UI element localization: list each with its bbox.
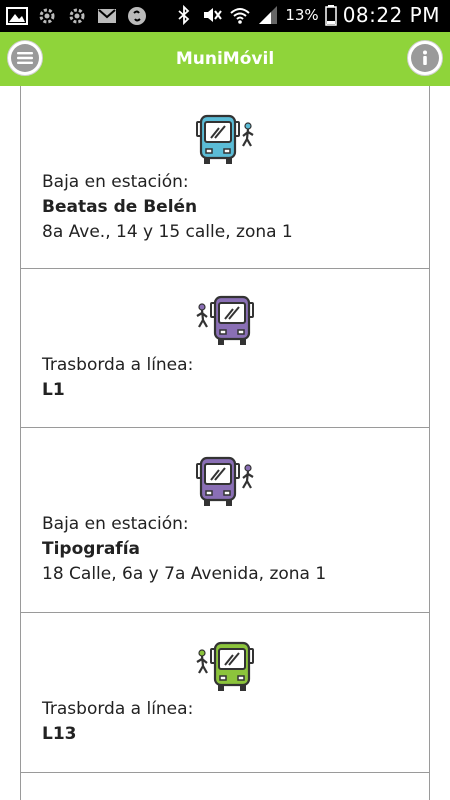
station-address: 8a Ave., 14 y 15 calle, zona 1 <box>42 222 293 242</box>
station-name: Tipografía <box>42 539 140 559</box>
route-step-item[interactable]: Baja en estación: Tipografía 18 Calle, 6… <box>21 428 429 613</box>
wifi-icon <box>230 8 251 24</box>
bus-walk-off-icon <box>196 114 254 164</box>
line-name: L1 <box>42 380 65 400</box>
walk-bus-transfer-icon <box>196 641 254 691</box>
mute-icon <box>204 8 223 22</box>
gallery-icon <box>6 7 28 25</box>
system-icons: 13% 08:22 PM <box>173 3 440 27</box>
battery-percent: 13% <box>285 6 319 24</box>
line-name: L13 <box>42 724 77 744</box>
step-label: Trasborda a línea: <box>42 699 194 719</box>
settings-gear-icon <box>69 8 85 24</box>
bluetooth-icon <box>178 4 190 26</box>
route-step-item[interactable]: Trasborda a línea: L1 <box>21 269 429 428</box>
station-address: 18 Calle, 6a y 7a Avenida, zona 1 <box>42 564 327 584</box>
status-clock: 08:22 PM <box>342 3 440 27</box>
notification-icons <box>6 5 148 27</box>
route-step-item[interactable] <box>21 773 429 800</box>
info-icon <box>423 50 427 65</box>
gmail-icon <box>98 9 116 23</box>
route-steps-list[interactable]: Baja en estación: Beatas de Belén 8a Ave… <box>20 86 430 800</box>
settings-gear-icon <box>39 8 55 24</box>
battery-icon <box>324 5 337 26</box>
step-label: Baja en estación: <box>42 514 189 534</box>
info-button[interactable] <box>407 40 443 76</box>
route-step-item[interactable]: Trasborda a línea: L13 <box>21 613 429 773</box>
station-name: Beatas de Belén <box>42 197 198 217</box>
bus-walk-off-icon <box>196 456 254 506</box>
route-step-item[interactable]: Baja en estación: Beatas de Belén 8a Ave… <box>21 86 429 269</box>
signal-icon <box>259 6 278 24</box>
step-label: Baja en estación: <box>42 172 189 192</box>
app-title: MuniMóvil <box>175 49 275 69</box>
app-bar: MuniMóvil <box>0 32 450 86</box>
walk-bus-transfer-icon <box>196 295 254 345</box>
status-bar: 13% 08:22 PM <box>0 0 450 32</box>
step-label: Trasborda a línea: <box>42 355 194 375</box>
shazam-icon <box>128 7 146 25</box>
